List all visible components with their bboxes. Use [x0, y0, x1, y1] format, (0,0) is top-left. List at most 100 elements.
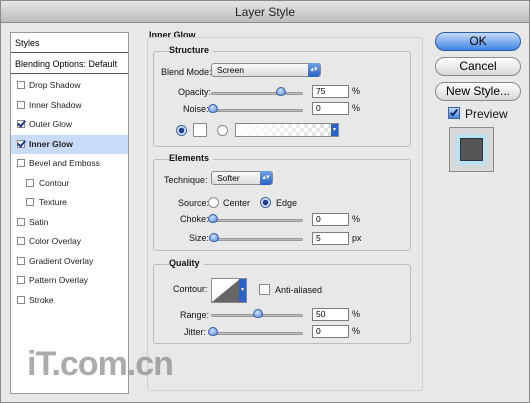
style-checkbox[interactable] — [17, 256, 25, 265]
noise-unit: % — [352, 103, 361, 113]
style-checkbox[interactable] — [17, 159, 25, 167]
blend-mode-value: Screen — [217, 65, 244, 75]
style-checkbox[interactable] — [17, 81, 25, 89]
style-item-inner-shadow[interactable]: Inner Shadow — [11, 96, 128, 115]
style-item-drop-shadow[interactable]: Drop Shadow — [11, 76, 128, 95]
preview-square — [460, 138, 483, 161]
opacity-input[interactable]: 75 — [312, 85, 349, 98]
style-item-label: Inner Shadow — [29, 99, 82, 110]
chevron-updown-icon: ▴▾ — [260, 171, 272, 185]
technique-select[interactable]: Softer ▴▾ — [211, 171, 273, 185]
checkmark-icon — [449, 107, 459, 117]
style-item-pattern-overlay[interactable]: Pattern Overlay — [11, 271, 128, 290]
gradient-picker[interactable]: ▾ — [235, 123, 339, 137]
opacity-label: Opacity: — [178, 87, 212, 97]
range-input[interactable]: 50 — [312, 308, 349, 321]
style-item-bevel-and-emboss[interactable]: Bevel and Emboss — [11, 154, 128, 173]
style-item-label: Inner Glow — [29, 138, 73, 149]
source-edge-radio[interactable] — [260, 197, 271, 208]
source-center-radio[interactable] — [208, 197, 219, 208]
chevron-updown-icon: ▴▾ — [308, 63, 320, 77]
preview-label[interactable]: Preview — [465, 107, 508, 121]
style-item-label: Satin — [29, 216, 49, 227]
technique-label: Technique: — [164, 175, 208, 185]
anti-aliased-checkbox[interactable] — [259, 284, 270, 295]
opacity-slider-thumb[interactable] — [276, 87, 286, 96]
blend-mode-select[interactable]: Screen ▴▾ — [211, 63, 321, 77]
source-edge-label[interactable]: Edge — [276, 198, 297, 208]
style-checkbox[interactable] — [17, 237, 25, 245]
opacity-unit: % — [352, 86, 361, 96]
style-checkbox[interactable] — [17, 120, 25, 128]
style-checkbox[interactable] — [17, 276, 25, 284]
gradient-radio[interactable] — [217, 125, 228, 136]
chevron-down-icon[interactable]: ▾ — [239, 279, 246, 302]
style-checkbox[interactable] — [17, 139, 25, 148]
style-item-stroke[interactable]: Stroke — [11, 291, 128, 310]
choke-input[interactable]: 0 — [312, 213, 349, 226]
choke-unit: % — [352, 214, 361, 224]
style-item-label: Pattern Overlay — [29, 275, 89, 285]
style-item-label: Outer Glow — [29, 119, 72, 129]
style-preview — [449, 127, 494, 172]
contour-preview-icon — [212, 279, 240, 302]
noise-input[interactable]: 0 — [312, 102, 349, 115]
style-item-label: Color Overlay — [29, 236, 81, 246]
blend-mode-label: Blend Mode: — [161, 67, 212, 77]
noise-slider[interactable] — [208, 104, 303, 113]
style-item-label: Texture — [39, 197, 67, 207]
styles-list: Styles Blending Options: Default Drop Sh… — [10, 32, 129, 394]
style-item-satin[interactable]: Satin — [11, 213, 128, 232]
style-item-inner-glow[interactable]: Inner Glow — [11, 134, 128, 154]
blending-options-item[interactable]: Blending Options: Default — [11, 54, 128, 74]
jitter-slider[interactable] — [208, 327, 303, 336]
anti-aliased-label[interactable]: Anti-aliased — [275, 285, 322, 295]
ok-button[interactable]: OK — [435, 32, 521, 51]
style-item-texture[interactable]: Texture — [11, 193, 128, 212]
style-checkbox[interactable] — [26, 198, 34, 206]
jitter-label: Jitter: — [184, 327, 207, 337]
range-slider[interactable] — [211, 309, 303, 318]
choke-slider-thumb[interactable] — [208, 214, 218, 223]
preview-checkbox[interactable] — [448, 107, 460, 119]
choke-slider[interactable] — [208, 214, 303, 223]
noise-label: Noise: — [183, 104, 209, 114]
quality-title: Quality — [169, 258, 204, 268]
style-item-label: Drop Shadow — [29, 80, 81, 90]
source-center-label[interactable]: Center — [223, 198, 250, 208]
watermark-logo: iT.com.cn — [27, 345, 174, 383]
style-checkbox[interactable] — [17, 100, 25, 109]
jitter-unit: % — [352, 326, 361, 336]
style-checkbox[interactable] — [17, 295, 25, 304]
range-slider-thumb[interactable] — [253, 309, 263, 318]
source-label: Source: — [178, 198, 210, 208]
style-item-label: Gradient Overlay — [29, 255, 94, 266]
style-item-outer-glow[interactable]: Outer Glow — [11, 115, 128, 134]
jitter-slider-thumb[interactable] — [208, 327, 218, 336]
style-item-label: Stroke — [29, 294, 54, 305]
opacity-slider[interactable] — [211, 87, 303, 96]
noise-slider-thumb[interactable] — [208, 104, 218, 113]
glow-color-swatch[interactable] — [193, 123, 207, 137]
chevron-down-icon[interactable]: ▾ — [331, 124, 338, 136]
size-slider-thumb[interactable] — [209, 233, 219, 242]
style-checkbox[interactable] — [26, 178, 34, 187]
style-item-contour[interactable]: Contour — [11, 174, 128, 193]
new-style-button[interactable]: New Style... — [435, 82, 521, 101]
styles-header[interactable]: Styles — [11, 33, 128, 53]
layer-style-window: Layer Style Styles Blending Options: Def… — [0, 0, 530, 403]
jitter-input[interactable]: 0 — [312, 325, 349, 338]
cancel-button[interactable]: Cancel — [435, 57, 521, 76]
contour-picker[interactable]: ▾ — [211, 278, 247, 303]
window-title: Layer Style — [1, 1, 529, 23]
style-item-label: Contour — [39, 177, 70, 188]
style-checkbox[interactable] — [17, 217, 25, 226]
style-item-gradient-overlay[interactable]: Gradient Overlay — [11, 252, 128, 271]
range-label: Range: — [180, 310, 210, 320]
size-slider[interactable] — [209, 233, 303, 242]
size-label: Size: — [189, 233, 210, 243]
style-item-color-overlay[interactable]: Color Overlay — [11, 232, 128, 251]
size-input[interactable]: 5 — [312, 232, 349, 245]
structure-title: Structure — [169, 45, 214, 55]
color-radio[interactable] — [176, 125, 187, 136]
